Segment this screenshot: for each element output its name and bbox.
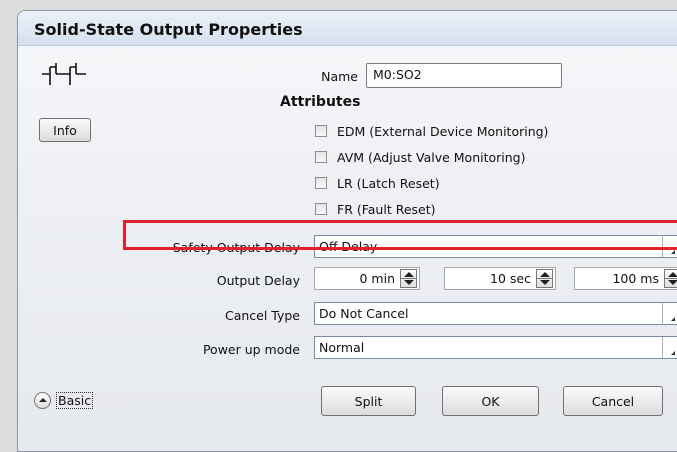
sec-spinner-icon[interactable] (536, 269, 553, 288)
edm-checkbox[interactable] (315, 125, 327, 137)
properties-dialog: Solid-State Output Properties Info Name … (17, 10, 677, 452)
name-field[interactable]: M0:SO2 (366, 63, 562, 88)
power-up-mode-label: Power up mode (202, 342, 300, 357)
basic-label: Basic (56, 392, 94, 409)
attributes-heading: Attributes (280, 94, 361, 110)
power-up-mode-value: Normal (319, 340, 365, 355)
safety-output-delay-dropdown[interactable]: Off Delay (314, 235, 677, 258)
collapse-up-icon[interactable] (34, 392, 51, 409)
avm-checkbox[interactable] (315, 151, 327, 163)
attribute-edm-row[interactable]: EDM (External Device Monitoring) (315, 122, 548, 140)
attribute-lr-row[interactable]: LR (Latch Reset) (315, 174, 440, 192)
fr-checkbox[interactable] (315, 203, 327, 215)
power-up-mode-dropdown[interactable]: Normal (314, 336, 677, 359)
dialog-title: Solid-State Output Properties (34, 20, 303, 39)
safety-output-delay-value: Off Delay (319, 239, 378, 254)
lr-label: LR (Latch Reset) (337, 175, 440, 191)
dropdown-arrow-icon[interactable] (662, 236, 677, 257)
title-bar: Solid-State Output Properties (18, 11, 677, 46)
edm-label: EDM (External Device Monitoring) (337, 123, 549, 139)
dropdown-arrow-icon[interactable] (662, 337, 677, 358)
basic-toggle[interactable]: Basic (34, 392, 94, 409)
cancel-type-dropdown[interactable]: Do Not Cancel (314, 302, 677, 325)
ok-button[interactable]: OK (442, 386, 539, 416)
lr-checkbox[interactable] (315, 177, 327, 189)
output-delay-min-spinbox[interactable]: 0 min (314, 267, 420, 290)
dropdown-arrow-icon[interactable] (662, 303, 677, 324)
info-button[interactable]: Info (39, 118, 91, 142)
ms-spinner-icon[interactable] (664, 269, 677, 288)
min-spinner-icon[interactable] (400, 269, 417, 288)
cancel-type-label: Cancel Type (224, 308, 300, 323)
output-delay-label: Output Delay (216, 273, 300, 288)
cancel-button[interactable]: Cancel (563, 386, 663, 416)
cancel-type-value: Do Not Cancel (319, 306, 409, 321)
output-delay-min-value: 0 min (359, 271, 396, 286)
name-label: Name (321, 69, 358, 84)
fr-label: FR (Fault Reset) (337, 201, 436, 217)
output-delay-sec-value: 10 sec (490, 271, 531, 286)
attribute-fr-row[interactable]: FR (Fault Reset) (315, 200, 436, 218)
output-delay-ms-spinbox[interactable]: 100 ms (574, 267, 677, 290)
output-delay-ms-value: 100 ms (612, 271, 659, 286)
split-button[interactable]: Split (321, 386, 416, 416)
safety-output-delay-label: Safety Output Delay (172, 240, 300, 255)
avm-label: AVM (Adjust Valve Monitoring) (337, 149, 526, 165)
output-contact-icon (42, 63, 86, 85)
attribute-avm-row[interactable]: AVM (Adjust Valve Monitoring) (315, 148, 525, 166)
output-delay-sec-spinbox[interactable]: 10 sec (444, 267, 556, 290)
